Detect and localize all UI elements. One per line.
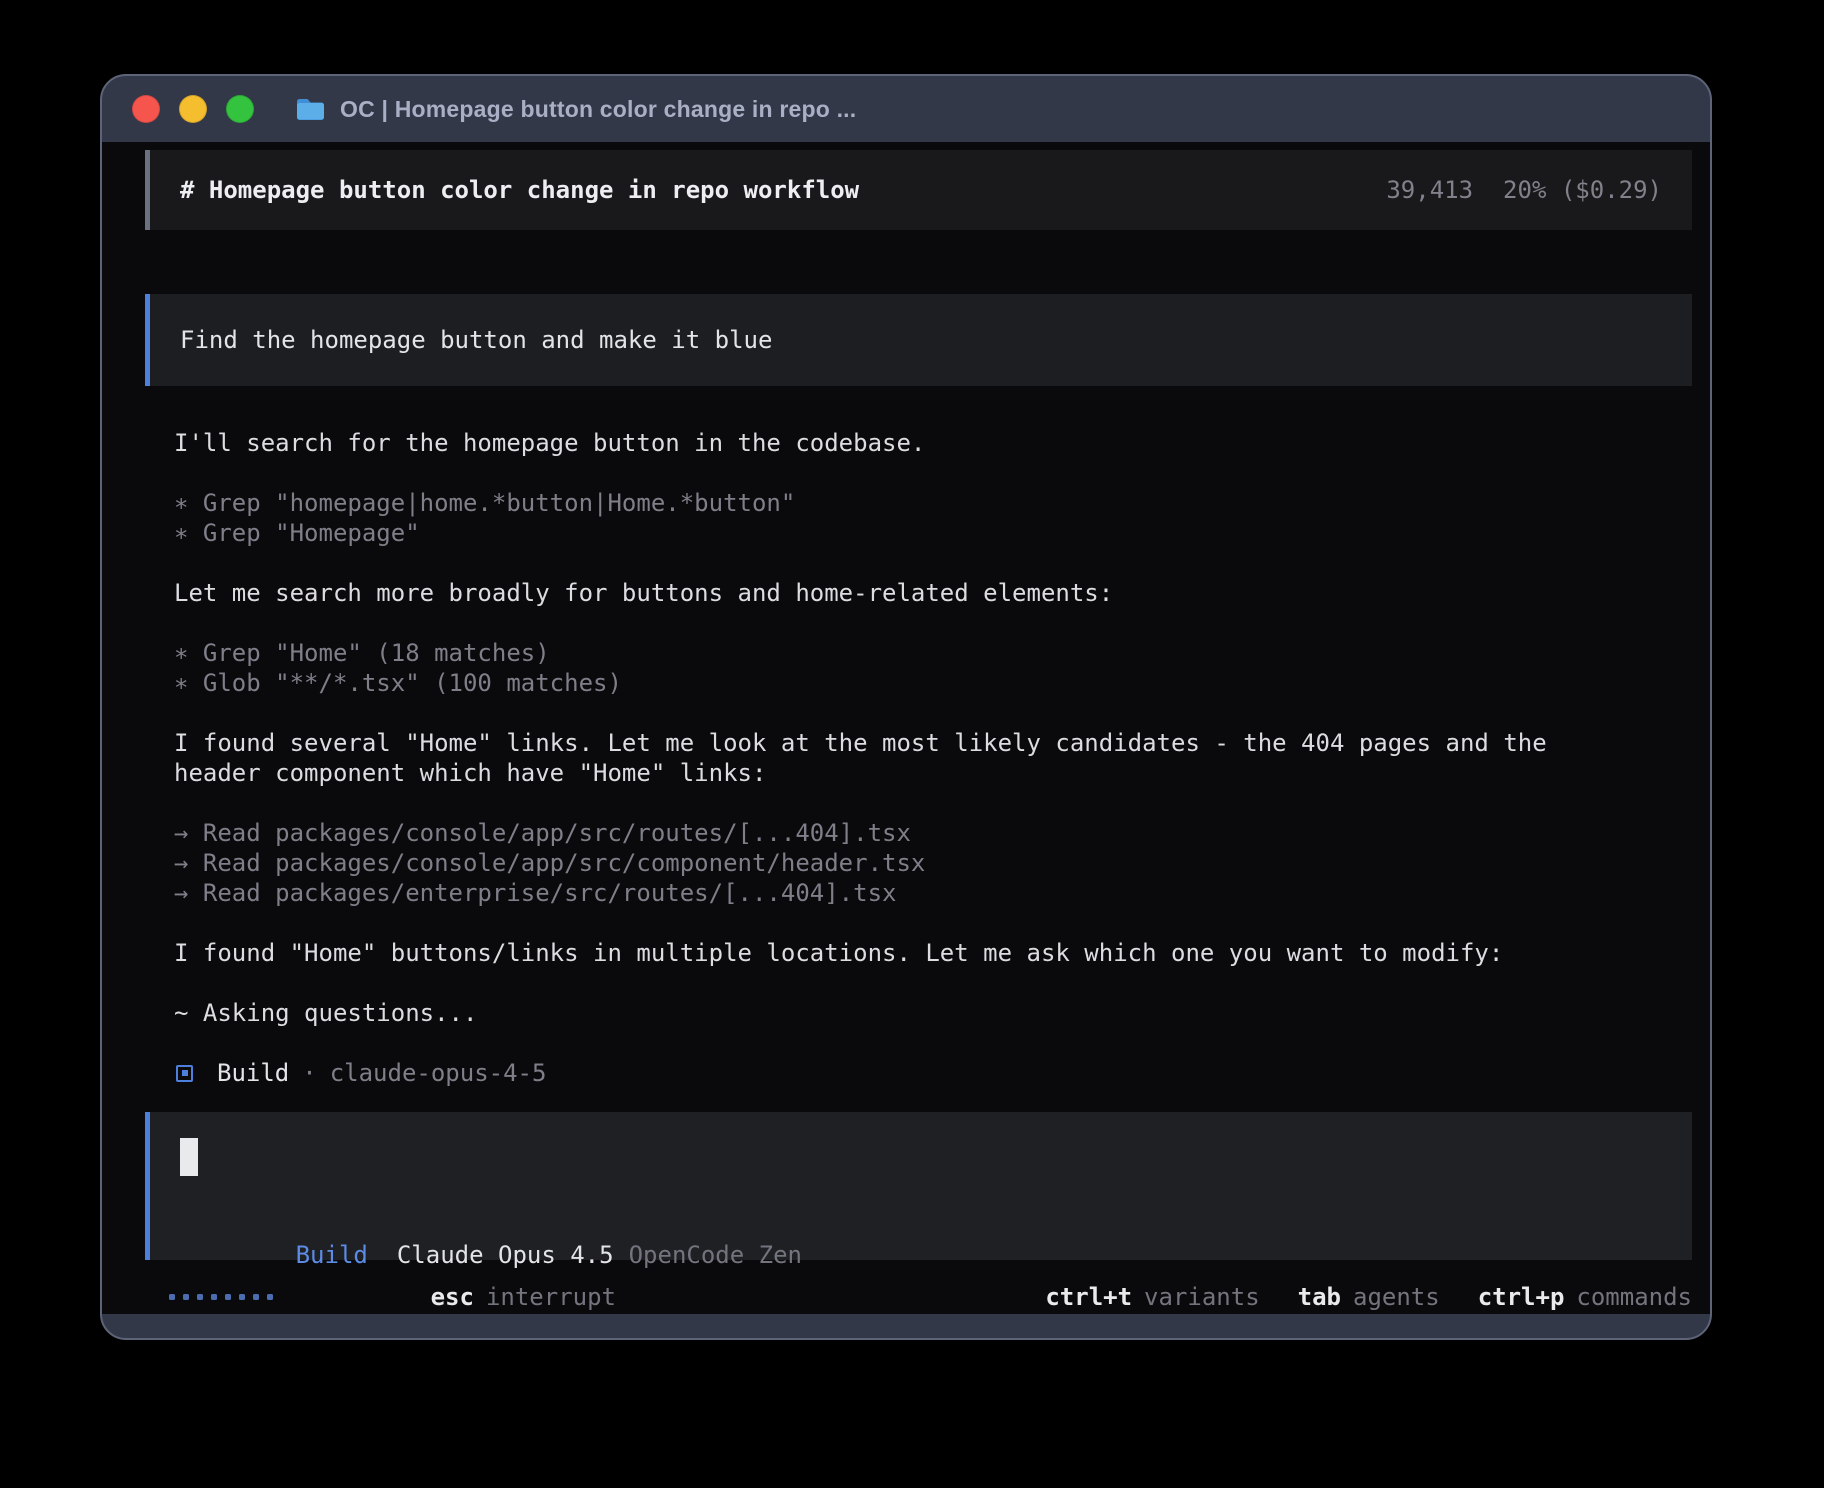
spinner-dots — [169, 1294, 273, 1300]
user-message: Find the homepage button and make it blu… — [145, 294, 1692, 386]
hint-key: tab — [1298, 1283, 1341, 1311]
assistant-text-line: Let me search more broadly for buttons a… — [174, 578, 1692, 608]
square-dot-icon — [176, 1065, 193, 1082]
prompt-input[interactable]: BuildClaude Opus 4.5OpenCode Zen — [145, 1112, 1692, 1260]
tool-call-line: ∗ Grep "homepage|home.*button|Home.*butt… — [174, 488, 1692, 518]
hint-label: commands — [1576, 1283, 1692, 1311]
transcript-agent: Build · claude-opus-4-5 — [174, 1058, 1692, 1088]
input-statusline: BuildClaude Opus 4.5OpenCode Zen — [180, 1210, 1662, 1240]
tool-call-line: ∗ Grep "Home" (18 matches) — [174, 638, 1692, 668]
spinner-dot — [169, 1294, 175, 1300]
tool-call-line: → Read packages/console/app/src/componen… — [174, 848, 1692, 878]
tool-call-line: → Read packages/enterprise/src/routes/[.… — [174, 878, 1692, 908]
minimize-window-icon[interactable] — [179, 95, 207, 123]
keybind-hint-commands: ctrl+p commands — [1478, 1283, 1692, 1311]
zoom-window-icon[interactable] — [226, 95, 254, 123]
user-message-text: Find the homepage button and make it blu… — [180, 326, 772, 354]
keybind-hint-variants: ctrl+t variants — [1045, 1283, 1259, 1311]
spinner-dot — [239, 1294, 245, 1300]
transcript-para: I'll search for the homepage button in t… — [174, 428, 1692, 458]
assistant-text-line: I found several "Home" links. Let me loo… — [174, 728, 1692, 758]
assistant-text-line: header component which have "Home" links… — [174, 758, 1692, 788]
assistant-text-line: ~ Asking questions... — [174, 998, 1692, 1028]
hint-label: variants — [1144, 1283, 1260, 1311]
transcript-para: I found several "Home" links. Let me loo… — [174, 728, 1692, 788]
token-count: 39,413 — [1386, 176, 1473, 204]
transcript-tools: ∗ Grep "Home" (18 matches)∗ Glob "**/*.t… — [174, 638, 1692, 698]
transcript: I'll search for the homepage button in t… — [145, 428, 1692, 1088]
transcript-para: ~ Asking questions... — [174, 998, 1692, 1028]
spinner-dot — [183, 1294, 189, 1300]
spinner-dot — [211, 1294, 217, 1300]
assistant-text-line: I found "Home" buttons/links in multiple… — [174, 938, 1692, 968]
terminal-window: OC | Homepage button color change in rep… — [100, 74, 1712, 1340]
terminal-content: # Homepage button color change in repo w… — [102, 142, 1710, 1314]
provider-label: OpenCode Zen — [629, 1241, 802, 1269]
footer-statusbar: escinterrupt ctrl+tvariantstabagentsctrl… — [145, 1282, 1692, 1312]
session-stats: 39,413 20% ($0.29) — [1386, 176, 1662, 204]
transcript-para: Let me search more broadly for buttons a… — [174, 578, 1692, 608]
transcript-para: I found "Home" buttons/links in multiple… — [174, 938, 1692, 968]
transcript-tools: ∗ Grep "homepage|home.*button|Home.*butt… — [174, 488, 1692, 548]
text-cursor — [180, 1138, 198, 1176]
spinner-dot — [197, 1294, 203, 1300]
spinner-dot — [267, 1294, 273, 1300]
separator-dot: · — [302, 1059, 316, 1087]
session-header: # Homepage button color change in repo w… — [145, 150, 1692, 230]
hint-key: ctrl+t — [1045, 1283, 1132, 1311]
agent-name: Build — [217, 1059, 289, 1087]
hint-key: ctrl+p — [1478, 1283, 1565, 1311]
assistant-text-line: I'll search for the homepage button in t… — [174, 428, 1692, 458]
window-title: OC | Homepage button color change in rep… — [340, 96, 856, 123]
agent-model: claude-opus-4-5 — [330, 1059, 547, 1087]
folder-icon — [295, 97, 326, 122]
footer-hints: ctrl+t variants tab agents ctrl+p commands — [1045, 1283, 1692, 1311]
spinner-dot — [253, 1294, 259, 1300]
interrupt-hint: esc interrupt — [315, 1255, 616, 1339]
hint-label: agents — [1353, 1283, 1440, 1311]
tool-call-line: → Read packages/console/app/src/routes/[… — [174, 818, 1692, 848]
tool-call-line: ∗ Grep "Homepage" — [174, 518, 1692, 548]
session-title: # Homepage button color change in repo w… — [180, 176, 859, 204]
esc-key-label: esc — [431, 1283, 474, 1311]
close-window-icon[interactable] — [132, 95, 160, 123]
transcript-tools: → Read packages/console/app/src/routes/[… — [174, 818, 1692, 908]
context-cost: 20% ($0.29) — [1503, 176, 1662, 204]
tool-call-line: ∗ Glob "**/*.tsx" (100 matches) — [174, 668, 1692, 698]
window-titlebar[interactable]: OC | Homepage button color change in rep… — [102, 76, 1710, 142]
keybind-hint-agents: tab agents — [1298, 1283, 1440, 1311]
interrupt-label: interrupt — [486, 1283, 616, 1311]
spinner-dot — [225, 1294, 231, 1300]
